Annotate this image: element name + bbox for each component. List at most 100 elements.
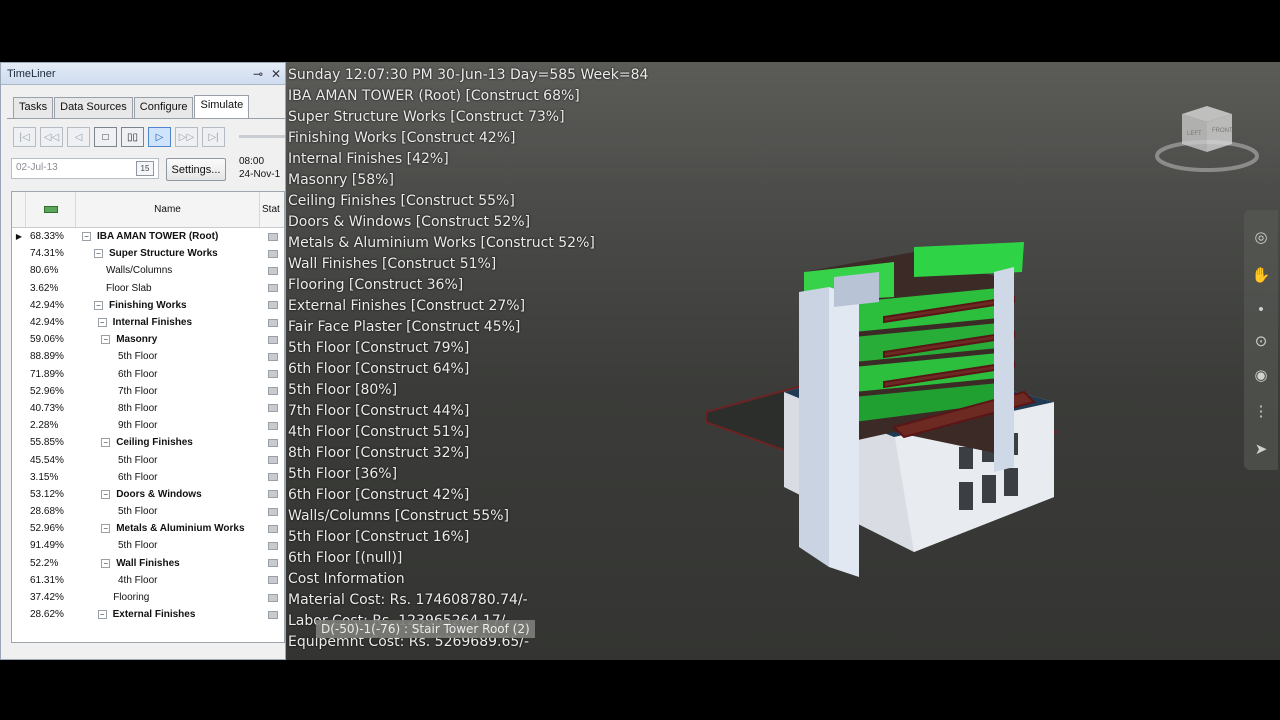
collapse-icon[interactable]: − [101,438,111,448]
task-name-cell: Walls/Columns [76,265,260,276]
collapse-icon[interactable]: − [101,524,111,534]
task-row[interactable]: 59.06% − Masonry [12,331,284,348]
task-row[interactable]: 40.73% 8th Floor [12,400,284,417]
building-model[interactable] [704,232,1060,652]
tower-column-mid [829,287,859,577]
task-name: Super Structure Works [109,248,218,260]
3d-viewport[interactable]: Sunday 12:07:30 PM 30-Jun-13 Day=585 Wee… [286,62,1280,660]
progress-column-header[interactable] [26,192,76,227]
collapse-icon[interactable]: − [101,489,111,499]
pause-button[interactable]: ▯▯ [121,127,144,147]
status-indicator [268,473,278,482]
task-row[interactable]: 71.89% 6th Floor [12,366,284,383]
task-progress: 55.85% [30,437,64,449]
task-name-cell: − Doors & Windows [76,489,260,500]
panel-title-bar: TimeLiner ⊸ ✕ [1,63,285,85]
overlay-line: 5th Floor [Construct 16%] [288,529,470,545]
status-indicator [268,524,278,533]
settings-button[interactable]: Settings... [166,158,226,181]
look-icon[interactable]: ◉ [1250,364,1272,386]
task-row[interactable]: ▶ 68.33% − IBA AMAN TOWER (Root) [12,228,284,245]
task-row[interactable]: 37.42% Flooring [12,589,284,606]
status-indicator [268,232,278,241]
task-row[interactable]: 80.6% Walls/Columns [12,262,284,279]
task-row[interactable]: 3.15% 6th Floor [12,469,284,486]
task-progress: 52.2% [30,557,59,569]
overlay-line: Fair Face Plaster [Construct 45%] [288,319,521,335]
reverse-play-button[interactable]: ◁ [67,127,90,147]
collapse-icon[interactable]: − [82,231,91,241]
task-progress: 45.54% [30,454,64,466]
task-progress: 2.28% [30,420,59,432]
task-name: 5th Floor [118,454,158,466]
task-name-cell: − Metals & Aluminium Works [76,523,260,534]
collapse-icon[interactable]: − [101,558,111,568]
play-button[interactable]: ▷ [148,127,171,147]
zoom-icon[interactable]: • [1250,298,1272,320]
timeline-slider[interactable] [239,135,285,138]
tab-tasks[interactable]: Tasks [13,97,54,118]
task-name: 6th Floor [118,368,158,380]
collapse-icon[interactable]: − [97,317,107,327]
orbit-icon[interactable]: ⊙ [1250,330,1272,352]
viewcube[interactable]: LEFT FRONT [1152,102,1262,182]
task-progress: 74.31% [30,248,64,260]
pin-icon[interactable]: ⊸ [249,65,267,83]
rewind-start-button[interactable]: |◁ [13,127,36,147]
task-row[interactable]: 55.85% − Ceiling Finishes [12,434,284,451]
overlay-line: 4th Floor [Construct 51%] [288,424,470,440]
tab-simulate[interactable]: Simulate [194,95,250,118]
task-row[interactable]: 28.62% − External Finishes [12,606,284,623]
object-tooltip: D(-50)-1(-76) : Stair Tower Roof (2) [316,620,535,638]
task-row[interactable]: 3.62% Floor Slab [12,280,284,297]
steering-wheel-icon[interactable]: ◎ [1250,226,1272,248]
stop-button[interactable]: □ [94,127,117,147]
tab-configure[interactable]: Configure [133,97,194,118]
collapse-icon[interactable]: − [97,610,107,620]
task-row[interactable]: 52.96% 7th Floor [12,383,284,400]
overlay-line: Walls/Columns [Construct 55%] [288,508,509,524]
select-icon[interactable]: ➤ [1250,438,1272,460]
task-name-cell: 9th Floor [76,420,260,431]
task-name-cell: − Wall Finishes [76,558,260,569]
collapse-icon[interactable]: − [101,335,111,345]
task-name-cell: − External Finishes [76,609,260,620]
task-progress: 53.12% [30,488,64,500]
calendar-icon[interactable]: 15 [136,161,154,176]
tower-column-right [994,267,1014,472]
close-icon[interactable]: ✕ [267,65,285,83]
overlay-line: 6th Floor [(null)] [288,550,403,566]
collapse-icon[interactable]: − [94,300,103,310]
task-row[interactable]: 2.28% 9th Floor [12,417,284,434]
task-row[interactable]: 52.2% − Wall Finishes [12,555,284,572]
status-indicator [268,318,278,327]
collapse-icon[interactable]: − [94,249,103,259]
task-row[interactable]: 61.31% 4th Floor [12,572,284,589]
step-back-button[interactable]: ◁◁ [40,127,63,147]
task-row[interactable]: 42.94% − Internal Finishes [12,314,284,331]
task-row[interactable]: 42.94% − Finishing Works [12,297,284,314]
task-name: 7th Floor [118,385,158,397]
task-name: 5th Floor [118,351,158,363]
step-forward-button[interactable]: ▷▷ [175,127,198,147]
task-name-cell: − Ceiling Finishes [76,437,260,448]
name-column-header[interactable]: Name [76,192,260,227]
forward-end-button[interactable]: ▷| [202,127,225,147]
task-row[interactable]: 52.96% − Metals & Aluminium Works [12,520,284,537]
task-name-cell: 5th Floor [76,455,260,466]
tab-divider [7,118,285,119]
task-progress: 28.68% [30,506,64,518]
task-row[interactable]: 91.49% 5th Floor [12,537,284,554]
overlay-line: Super Structure Works [Construct 73%] [288,109,565,125]
status-column-header[interactable]: Stat [260,192,284,227]
task-row[interactable]: 74.31% − Super Structure Works [12,245,284,262]
tab-data-sources[interactable]: Data Sources [54,97,133,118]
task-row[interactable]: 53.12% − Doors & Windows [12,486,284,503]
task-row[interactable]: 45.54% 5th Floor [12,451,284,468]
walk-icon[interactable]: ⋮ [1250,400,1272,422]
task-progress: 59.06% [30,334,64,346]
task-row[interactable]: 88.89% 5th Floor [12,348,284,365]
task-row[interactable]: 28.68% 5th Floor [12,503,284,520]
pan-icon[interactable]: ✋ [1250,264,1272,286]
status-indicator [268,352,278,361]
